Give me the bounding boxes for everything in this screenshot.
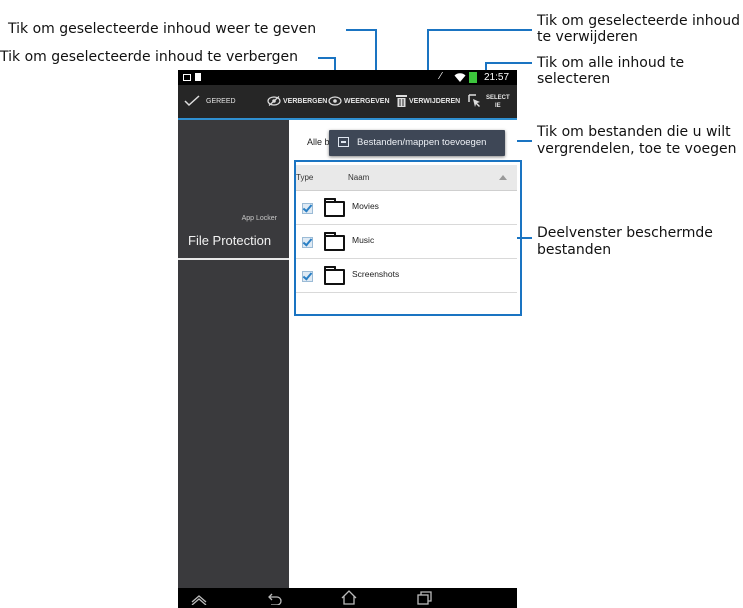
annotation-delete-line2: te verwijderen: [537, 29, 638, 45]
done-button[interactable]: GEREED: [184, 85, 236, 118]
recent-apps-icon[interactable]: [417, 591, 432, 608]
back-icon[interactable]: [265, 592, 283, 608]
hide-keyboard-icon[interactable]: [190, 592, 208, 608]
column-name[interactable]: Naam: [348, 173, 369, 182]
folder-icon: [324, 232, 345, 251]
navigation-bar: [178, 588, 517, 608]
row-name: Screenshots: [352, 269, 400, 279]
clock: 21:57: [484, 72, 510, 83]
no-signal-icon: ⁄: [440, 71, 442, 82]
list-item[interactable]: Movies: [294, 191, 517, 225]
table-header: Type Naam: [294, 165, 517, 191]
action-bar: GEREED VERBERGEN WEERGEVEN VERWIJDEREN S…: [178, 85, 517, 118]
annotation-select-all-line2: selecteren: [537, 71, 611, 87]
sort-arrow-icon[interactable]: [499, 175, 507, 180]
add-folder-icon: [338, 137, 349, 147]
folder-icon: [324, 198, 345, 217]
list-item[interactable]: Screenshots: [294, 259, 517, 293]
select-all-label-line2: IE: [495, 102, 501, 109]
sd-card-icon: [195, 73, 201, 81]
add-files-button[interactable]: Bestanden/mappen toevoegen: [329, 130, 505, 156]
add-files-label: Bestanden/mappen toevoegen: [357, 137, 487, 148]
delete-button[interactable]: VERWIJDEREN: [396, 85, 460, 118]
row-name: Movies: [352, 201, 379, 211]
notification-icon: [183, 74, 191, 81]
hide-button[interactable]: VERBERGEN: [267, 85, 327, 118]
row-checkbox[interactable]: [302, 237, 313, 248]
select-all-button[interactable]: SELECT IE: [468, 85, 510, 118]
row-checkbox[interactable]: [302, 203, 313, 214]
annotation-show: Tik om geselecteerde inhoud weer te geve…: [8, 21, 317, 37]
sidebar: App Locker File Protection: [178, 120, 289, 588]
status-bar: ⁄ 21:57: [178, 70, 517, 85]
annotation-pane-line1: Deelvenster beschermde: [537, 225, 713, 241]
annotation-hide: Tik om geselecteerde inhoud te verbergen: [0, 49, 299, 65]
column-type[interactable]: Type: [296, 173, 313, 182]
annotation-delete-line1: Tik om geselecteerde inhoud: [537, 13, 740, 29]
eye-icon: [328, 95, 342, 108]
content-pane: Alle be Bestanden/mappen toevoegen Type …: [289, 120, 517, 588]
folder-icon: [324, 266, 345, 285]
trash-icon: [396, 94, 407, 109]
annotation-select-all-line1: Tik om alle inhoud te: [537, 55, 685, 71]
check-icon: [184, 94, 200, 109]
home-icon[interactable]: [341, 590, 357, 608]
protected-files-pane: Type Naam Movies Music Screenshots: [294, 165, 517, 319]
sidebar-selection-underline: [178, 258, 289, 260]
row-checkbox[interactable]: [302, 271, 313, 282]
eye-slash-icon: [267, 95, 281, 108]
annotation-pane-line2: bestanden: [537, 242, 612, 258]
show-button[interactable]: WEERGEVEN: [328, 85, 390, 118]
battery-icon: [469, 72, 477, 83]
row-name: Music: [352, 235, 375, 245]
app-name: App Locker: [241, 215, 277, 222]
list-item[interactable]: Music: [294, 225, 517, 259]
select-all-label-line1: SELECT: [486, 94, 510, 101]
sidebar-item-file-protection[interactable]: File Protection: [188, 233, 271, 248]
select-cursor-icon: [468, 93, 482, 110]
tablet-screen: ⁄ 21:57 GEREED VERBERGEN WEERGEVEN VERWI…: [178, 70, 517, 608]
annotation-add-line1: Tik om bestanden die u wilt: [537, 124, 731, 140]
annotation-add-line2: vergrendelen, toe te voegen: [537, 141, 737, 157]
